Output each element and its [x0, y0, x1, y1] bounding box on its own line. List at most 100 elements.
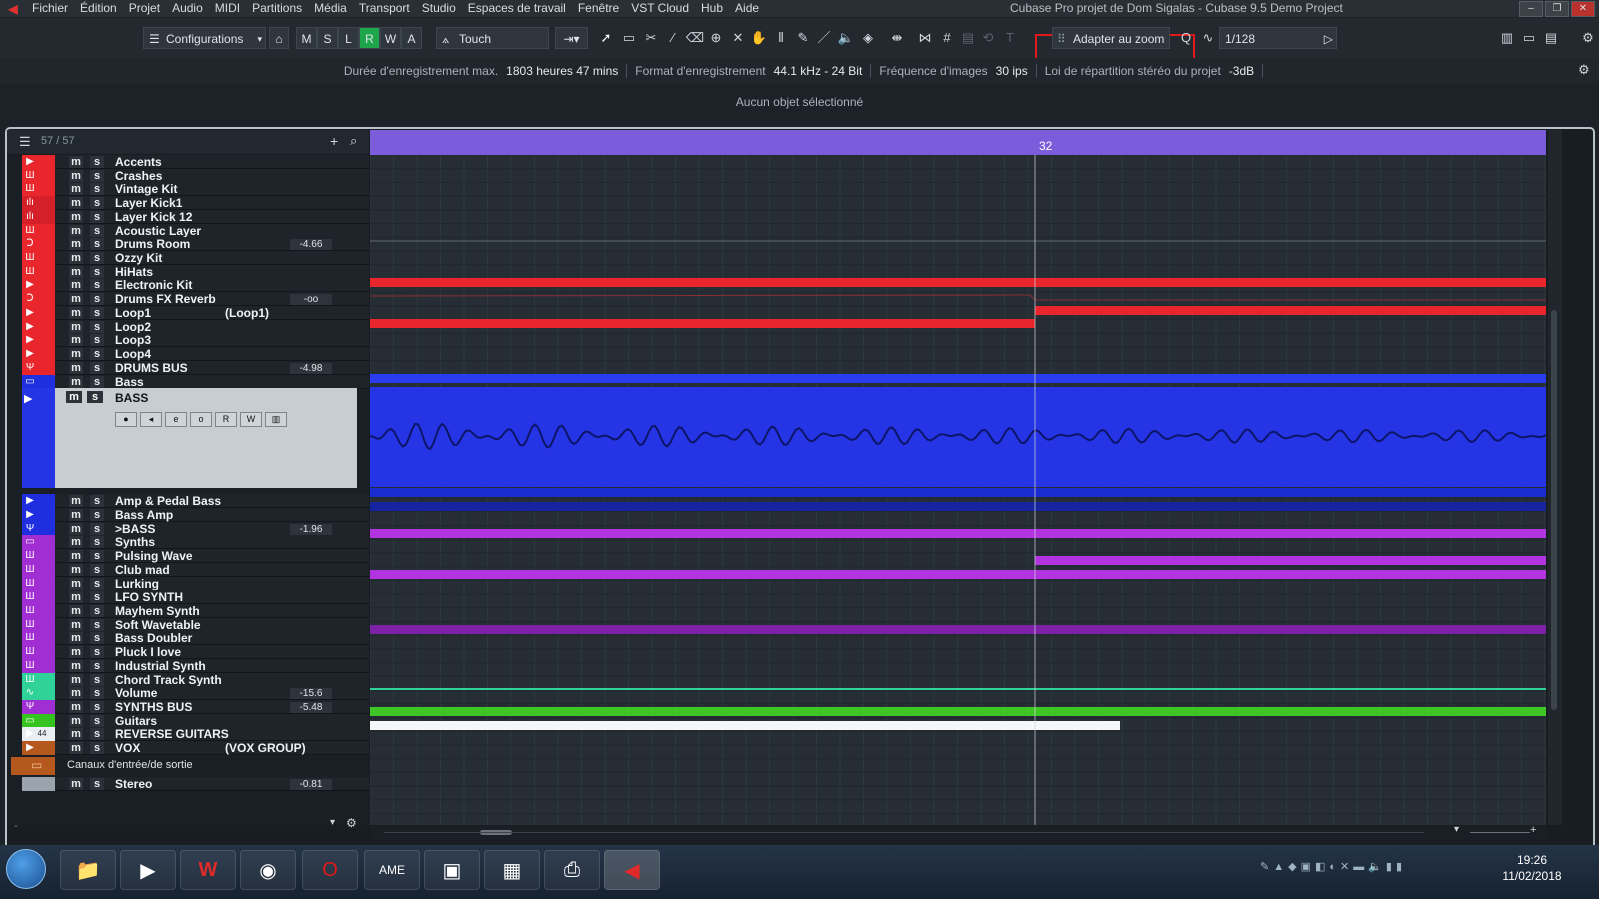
mute-tool-icon[interactable]: ✕: [728, 27, 748, 49]
track-volume[interactable]: -5.48: [290, 702, 332, 714]
stereo-output-track[interactable]: m s Stereo -0.81: [7, 776, 369, 791]
io-channels-folder[interactable]: ▭ Canaux d'entrée/de sortie: [7, 756, 369, 775]
track-name[interactable]: REVERSE GUITARS: [115, 727, 229, 741]
solo-button[interactable]: s: [90, 777, 104, 790]
network-app-icon[interactable]: ⎙: [544, 850, 600, 890]
maximize-icon[interactable]: ❐: [1545, 1, 1569, 17]
menu-item[interactable]: Projet: [123, 0, 166, 17]
configurations-button[interactable]: ☰ Configurations ▾: [143, 27, 266, 49]
magnet-icon[interactable]: T: [1000, 27, 1020, 49]
track-row[interactable]: Шm s Ozzy Kit: [7, 251, 369, 266]
track-name[interactable]: VOX: [115, 741, 140, 755]
mute-button[interactable]: m: [69, 742, 83, 755]
mute-button[interactable]: m: [69, 495, 83, 508]
mute-button[interactable]: m: [69, 714, 83, 727]
solo-button[interactable]: s: [90, 334, 104, 347]
mute-button[interactable]: m: [69, 375, 83, 388]
track-name[interactable]: Synths: [115, 535, 155, 549]
solo-button[interactable]: s: [90, 252, 104, 265]
track-row[interactable]: Шm s Soft Wavetable: [7, 617, 369, 632]
mute-button[interactable]: m: [69, 334, 83, 347]
track-row[interactable]: Ↄm s Drums FX Reverb -oo: [7, 292, 369, 307]
track-row[interactable]: Шm s Club mad: [7, 562, 369, 577]
mode-button-l[interactable]: L: [338, 27, 359, 49]
color-tool-icon[interactable]: ◈: [858, 27, 878, 49]
solo-button[interactable]: s: [90, 536, 104, 549]
hand-tool-icon[interactable]: ✋: [749, 27, 769, 49]
track-row[interactable]: ∿ m s Volume -15.6: [7, 686, 369, 701]
mute-button[interactable]: m: [69, 550, 83, 563]
mute-button[interactable]: m: [69, 563, 83, 576]
track-volume[interactable]: -15.6: [290, 688, 332, 700]
split-tool-icon[interactable]: ✂: [641, 27, 661, 49]
track-row[interactable]: Шm s HiHats: [7, 264, 369, 279]
solo-button[interactable]: s: [90, 306, 104, 319]
list-view-icon[interactable]: ☰: [19, 134, 31, 150]
explorer-icon[interactable]: 📁: [60, 850, 116, 890]
solo-button[interactable]: s: [90, 550, 104, 563]
solo-button[interactable]: s: [90, 742, 104, 755]
mute-button[interactable]: m: [69, 265, 83, 278]
tracklist-settings-icon[interactable]: ⚙: [346, 816, 357, 830]
ame-icon[interactable]: AME: [364, 850, 420, 890]
track-row[interactable]: Шm s Pulsing Wave: [7, 549, 369, 564]
track-name[interactable]: Chord Track Synth: [115, 673, 222, 687]
track-control-button[interactable]: W: [240, 412, 262, 428]
track-name[interactable]: Accents: [115, 155, 162, 169]
solo-button[interactable]: s: [90, 320, 104, 333]
event-synths-folder[interactable]: [370, 529, 1546, 538]
track-name[interactable]: HiHats: [115, 265, 153, 279]
timewarp-tool-icon[interactable]: ⦀: [771, 27, 791, 49]
line-tool-icon[interactable]: ／: [814, 27, 834, 49]
mute-button[interactable]: m: [69, 728, 83, 741]
mute-button[interactable]: m: [69, 306, 83, 319]
menu-item[interactable]: Aide: [729, 0, 765, 17]
track-row[interactable]: Шm s Lurking: [7, 576, 369, 591]
solo-button[interactable]: s: [90, 701, 104, 714]
track-row[interactable]: ▶ m s REVERSE GUITARS 44: [7, 727, 369, 742]
track-volume[interactable]: -4.98: [290, 362, 332, 374]
track-row[interactable]: Шm s Bass Doubler: [7, 631, 369, 646]
solo-button[interactable]: s: [90, 618, 104, 631]
solo-button[interactable]: s: [90, 224, 104, 237]
lower-zone-icon[interactable]: ▭: [1519, 27, 1539, 49]
vertical-scroll-thumb[interactable]: [1551, 310, 1557, 710]
solo-button[interactable]: s: [90, 197, 104, 210]
event-display[interactable]: [370, 130, 1546, 825]
menu-item[interactable]: Audio: [166, 0, 209, 17]
track-name[interactable]: Stereo: [115, 777, 152, 791]
panlaw-value[interactable]: -3dB: [1229, 64, 1264, 78]
track-name[interactable]: Lurking: [115, 577, 159, 591]
solo-button[interactable]: s: [90, 646, 104, 659]
tracklist-minus-icon[interactable]: -: [14, 820, 18, 832]
clock[interactable]: 19:26 11/02/2018: [1500, 852, 1564, 884]
track-name[interactable]: Loop2: [115, 320, 151, 334]
mute-button[interactable]: m: [69, 777, 83, 790]
track-name[interactable]: Electronic Kit: [115, 278, 192, 292]
solo-button[interactable]: s: [90, 591, 104, 604]
track-row[interactable]: ▶ m s Amp & Pedal Bass: [7, 494, 369, 509]
events-icon[interactable]: ▤: [958, 27, 978, 49]
mute-button[interactable]: m: [69, 169, 83, 182]
event-bass-folder[interactable]: [370, 374, 1546, 383]
quantize-icon[interactable]: Q: [1176, 27, 1196, 49]
solo-button[interactable]: s: [90, 169, 104, 182]
mute-button[interactable]: m: [69, 536, 83, 549]
mute-button[interactable]: m: [69, 687, 83, 700]
mute-button[interactable]: m: [69, 646, 83, 659]
track-control-button[interactable]: ◂: [140, 412, 162, 428]
track-row[interactable]: Ψm s DRUMS BUS -4.98: [7, 360, 369, 375]
solo-button[interactable]: s: [87, 391, 103, 404]
monitor-app-icon[interactable]: ▣: [424, 850, 480, 890]
zoom-in-icon[interactable]: +: [1530, 824, 1536, 836]
tray-icons[interactable]: ✎▲◆▣◧◐✕▬🔈▮▮: [1260, 860, 1470, 876]
menu-item[interactable]: Partitions: [246, 0, 308, 17]
wavelab-icon[interactable]: W: [180, 850, 236, 890]
track-name[interactable]: Crashes: [115, 169, 162, 183]
track-name[interactable]: Vintage Kit: [115, 182, 177, 196]
track-row[interactable]: ▭ m s Synths: [7, 535, 369, 550]
track-name[interactable]: DRUMS BUS: [115, 361, 188, 375]
track-row[interactable]: Шm s LFO SYNTH: [7, 590, 369, 605]
autoscroll-button[interactable]: ⇥▾: [555, 27, 588, 49]
vertical-scrollbar[interactable]: [1548, 130, 1562, 825]
